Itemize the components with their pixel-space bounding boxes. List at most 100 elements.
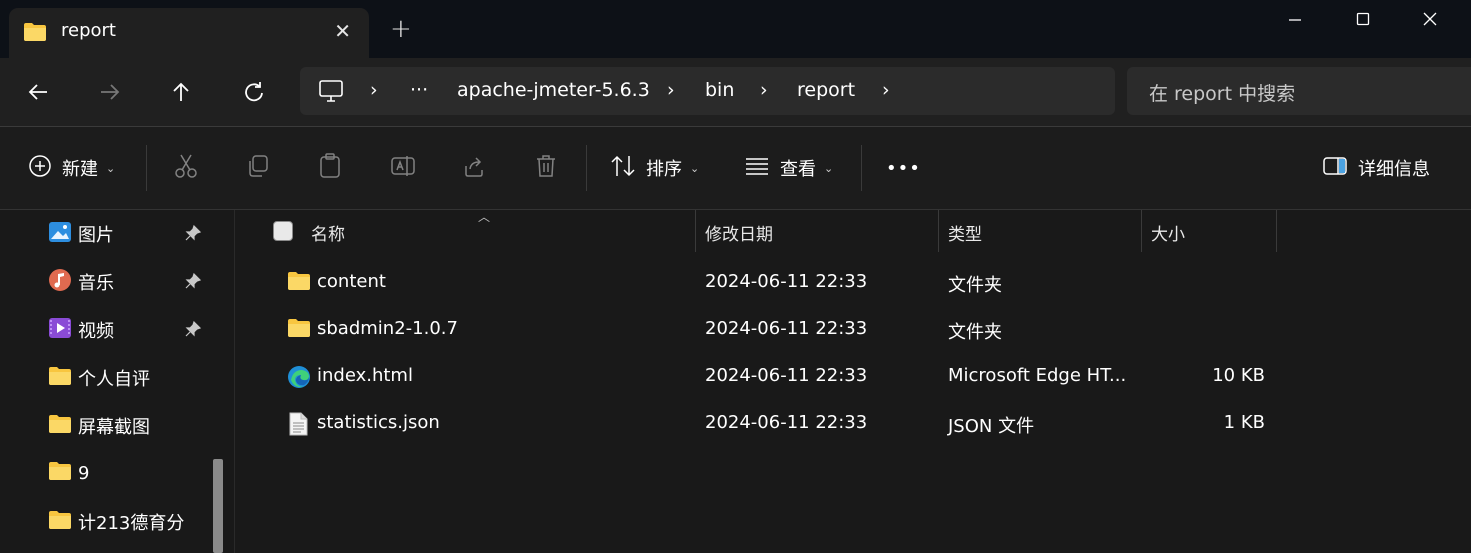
column-divider[interactable] bbox=[938, 210, 939, 252]
sort-icon bbox=[610, 154, 636, 183]
scissors-icon bbox=[174, 153, 198, 184]
sidebar-item-folder[interactable]: 9 bbox=[48, 458, 89, 488]
breadcrumb-apache-jmeter[interactable]: apache-jmeter-5.6.3 bbox=[457, 79, 650, 101]
paste-button[interactable] bbox=[318, 151, 342, 185]
sort-ascending-icon: ︿ bbox=[478, 210, 491, 224]
file-row[interactable]: content 2024-06-11 22:33 文件夹 bbox=[235, 260, 1471, 304]
new-label: 新建 bbox=[62, 159, 98, 180]
navigation-pane: 图片 音乐 视频 个人自评 屏幕截图 9 计213德育分 bbox=[0, 210, 234, 553]
file-row[interactable]: index.html 2024-06-11 22:33 Microsoft Ed… bbox=[235, 354, 1471, 398]
column-divider[interactable] bbox=[1141, 210, 1142, 252]
chevron-down-icon: ⌄ bbox=[824, 161, 834, 175]
videos-icon bbox=[48, 316, 72, 345]
details-pane-button[interactable]: 详细信息 bbox=[1322, 151, 1430, 185]
file-name: index.html bbox=[317, 365, 413, 386]
file-icon bbox=[287, 412, 309, 441]
breadcrumb-chevron[interactable]: › bbox=[370, 79, 378, 101]
file-type: Microsoft Edge HT... bbox=[948, 365, 1127, 386]
details-label: 详细信息 bbox=[1358, 159, 1430, 180]
pictures-icon bbox=[48, 220, 72, 249]
address-bar[interactable]: › ··· apache-jmeter-5.6.3 › bin › report… bbox=[300, 67, 1115, 115]
search-placeholder: 在 report 中搜索 bbox=[1149, 83, 1296, 105]
search-input[interactable]: 在 report 中搜索 bbox=[1127, 67, 1471, 115]
refresh-button[interactable] bbox=[234, 74, 274, 110]
this-pc-icon[interactable] bbox=[318, 79, 344, 108]
file-type: 文件夹 bbox=[948, 275, 1002, 296]
more-icon: ••• bbox=[886, 157, 921, 179]
breadcrumb-report[interactable]: report bbox=[797, 79, 855, 101]
sidebar-item-folder[interactable]: 屏幕截图 bbox=[48, 411, 150, 441]
column-header-size[interactable]: 大小 bbox=[1151, 220, 1185, 245]
file-date: 2024-06-11 22:33 bbox=[705, 365, 868, 386]
minimize-button[interactable] bbox=[1265, 4, 1325, 34]
folder-icon bbox=[48, 366, 72, 391]
tab-report[interactable]: report ✕ bbox=[9, 8, 369, 58]
share-button[interactable] bbox=[462, 151, 486, 185]
file-row[interactable]: statistics.json 2024-06-11 22:33 JSON 文件… bbox=[235, 401, 1471, 445]
view-label: 查看 bbox=[780, 159, 816, 180]
divider bbox=[146, 145, 147, 191]
file-type: 文件夹 bbox=[948, 322, 1002, 343]
delete-button[interactable] bbox=[534, 151, 558, 185]
folder-icon bbox=[48, 414, 72, 439]
pin-icon[interactable] bbox=[184, 320, 202, 343]
file-name: content bbox=[317, 271, 386, 292]
sidebar-scrollbar[interactable] bbox=[213, 459, 223, 553]
file-name: statistics.json bbox=[317, 412, 440, 433]
pin-icon[interactable] bbox=[184, 272, 202, 295]
folder-icon bbox=[48, 510, 72, 535]
new-tab-button[interactable]: + bbox=[390, 14, 412, 44]
sidebar-item-label: 屏幕截图 bbox=[78, 417, 150, 438]
breadcrumb-bin[interactable]: bin bbox=[705, 79, 734, 101]
column-divider[interactable] bbox=[695, 210, 696, 252]
command-bar: 新建 ⌄ 排序 ⌄ 查看 ⌄ ••• 详细信息 bbox=[0, 127, 1471, 209]
folder-icon bbox=[48, 461, 72, 486]
maximize-button[interactable] bbox=[1333, 4, 1393, 34]
copy-button[interactable] bbox=[246, 151, 270, 185]
share-icon bbox=[462, 154, 486, 183]
file-date: 2024-06-11 22:33 bbox=[705, 318, 868, 339]
title-bar: report ✕ + bbox=[0, 0, 1471, 58]
breadcrumb-overflow[interactable]: ··· bbox=[410, 79, 428, 101]
more-options-button[interactable]: ••• bbox=[886, 151, 921, 185]
up-button[interactable] bbox=[161, 74, 201, 110]
breadcrumb-chevron[interactable]: › bbox=[882, 79, 890, 101]
sort-button[interactable]: 排序 ⌄ bbox=[610, 151, 699, 185]
sidebar-item-label: 个人自评 bbox=[78, 369, 150, 390]
pin-icon[interactable] bbox=[184, 224, 202, 247]
copy-icon bbox=[246, 154, 270, 183]
rename-icon bbox=[390, 154, 416, 183]
sidebar-item-folder[interactable]: 个人自评 bbox=[48, 363, 150, 393]
sidebar-item-music[interactable]: 音乐 bbox=[48, 267, 114, 297]
file-date: 2024-06-11 22:33 bbox=[705, 412, 868, 433]
close-tab-button[interactable]: ✕ bbox=[334, 19, 351, 43]
select-all-checkbox[interactable] bbox=[273, 221, 293, 241]
new-button[interactable]: 新建 ⌄ bbox=[28, 151, 115, 185]
cut-button[interactable] bbox=[174, 151, 198, 185]
folder-icon bbox=[287, 271, 311, 296]
rename-button[interactable] bbox=[390, 151, 416, 185]
divider bbox=[586, 145, 587, 191]
sidebar-item-label: 9 bbox=[78, 462, 90, 484]
file-type: JSON 文件 bbox=[948, 416, 1035, 437]
file-size: 1 KB bbox=[1223, 412, 1265, 433]
close-window-button[interactable] bbox=[1400, 4, 1460, 34]
sidebar-item-pictures[interactable]: 图片 bbox=[48, 219, 114, 249]
view-button[interactable]: 查看 ⌄ bbox=[744, 151, 833, 185]
chevron-down-icon: ⌄ bbox=[690, 161, 700, 175]
column-header-date[interactable]: 修改日期 bbox=[705, 220, 773, 245]
breadcrumb-chevron[interactable]: › bbox=[667, 79, 675, 101]
sidebar-item-videos[interactable]: 视频 bbox=[48, 315, 114, 345]
folder-icon bbox=[23, 22, 47, 47]
breadcrumb-chevron[interactable]: › bbox=[760, 79, 768, 101]
plus-circle-icon bbox=[28, 154, 52, 183]
sidebar-item-folder[interactable]: 计213德育分 bbox=[48, 507, 184, 537]
tab-title: report bbox=[61, 20, 116, 41]
file-row[interactable]: sbadmin2-1.0.7 2024-06-11 22:33 文件夹 bbox=[235, 307, 1471, 351]
column-header-name[interactable]: 名称 bbox=[311, 220, 345, 245]
column-header-type[interactable]: 类型 bbox=[948, 220, 982, 245]
forward-button[interactable] bbox=[90, 74, 130, 110]
back-button[interactable] bbox=[18, 74, 58, 110]
column-divider[interactable] bbox=[1276, 210, 1277, 252]
music-icon bbox=[48, 268, 72, 297]
